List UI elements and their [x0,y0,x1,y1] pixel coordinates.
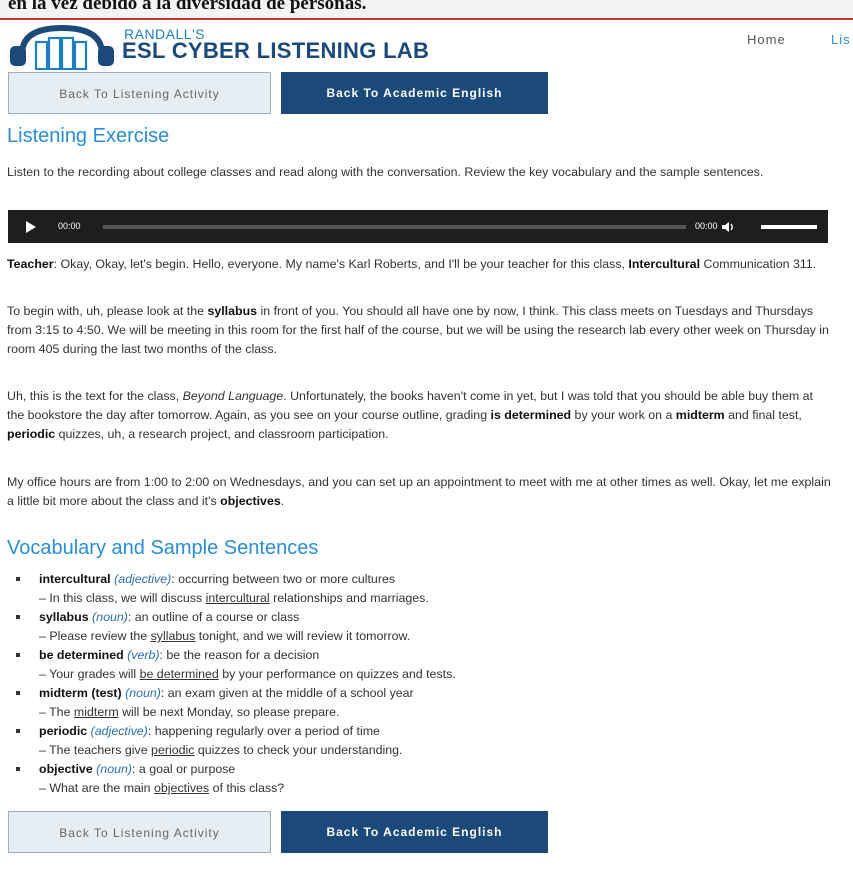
example-text: quizzes to check your understanding. [194,743,403,757]
vocab-definition: : happening regularly over a period of t… [147,724,380,738]
audio-progress-track[interactable] [103,225,686,229]
vocab-example: – What are the main objectives of this c… [39,779,842,798]
example-text: – Your grades will [39,667,140,681]
example-text: – The teachers give [39,743,152,757]
vocab-definition: : an exam given at the middle of a schoo… [160,686,414,700]
vocab-term: objective [39,762,93,776]
top-banner-text: en la vez debido a la diversidad de pers… [8,0,367,14]
book-title: Beyond Language [182,389,284,403]
bullet-icon [16,577,20,581]
volume-slider[interactable] [761,225,817,229]
vocabulary-heading: Vocabulary and Sample Sentences [7,537,319,559]
transcript-text: Uh, this is the text for the class, [7,389,183,403]
keyword-intercultural: Intercultural [628,257,701,271]
vocab-item: objective (noun): a goal or purpose – Wha… [12,760,842,798]
headphones-logo-icon [10,24,114,70]
transcript-paragraph-2: To begin with, uh, please look at the sy… [7,302,832,359]
exercise-intro: Listen to the recording about college cl… [7,165,764,179]
back-to-listening-activity-button-bottom[interactable]: Back To Listening Activity [8,811,271,853]
top-banner: en la vez debido a la diversidad de pers… [0,0,853,20]
current-time: 00:00 [58,221,81,231]
transcript-text: and final test, [724,408,802,422]
transcript-text: by your work on a [571,408,676,422]
transcript-text: . [280,494,285,508]
keyword-is-determined: is determined [490,408,572,422]
listening-exercise-heading: Listening Exercise [7,125,170,147]
speaker-label: Teacher [7,257,54,271]
back-to-academic-english-button[interactable]: Back To Academic English [281,72,548,114]
vocab-example: – Your grades will be determined by your… [39,665,842,684]
transcript-paragraph-4: My office hours are from 1:00 to 2:00 on… [7,473,832,511]
transcript-text: Communication 311. [700,257,817,271]
example-text: – Please review the [39,629,151,643]
vocab-term: syllabus [39,610,89,624]
example-text: – The [39,705,74,719]
example-keyword: be determined [139,667,219,681]
bullet-icon [16,653,20,657]
example-text: – What are the main [39,781,155,795]
keyword-objectives: objectives [220,494,281,508]
vocab-item: intercultural (adjective): occurring bet… [12,570,842,608]
example-text: relationships and marriages. [269,591,429,605]
vocab-definition: : an outline of a course or class [127,610,300,624]
vocab-example: – The midterm will be next Monday, so pl… [39,703,842,722]
back-to-listening-activity-button[interactable]: Back To Listening Activity [8,72,271,114]
example-text: by your performance on quizzes and tests… [218,667,456,681]
example-keyword: syllabus [150,629,196,643]
play-icon[interactable] [26,221,36,233]
site-header: RANDALL'S ESL CYBER LISTENING LAB Home L… [0,20,853,70]
bullet-icon [16,729,20,733]
duration-time: 00:00 [695,221,718,231]
vocab-pos: (noun) [125,686,161,700]
vocab-example: – In this class, we will discuss intercu… [39,589,842,608]
vocab-example: – The teachers give periodic quizzes to … [39,741,842,760]
example-keyword: periodic [151,743,195,757]
vocab-pos: (verb) [127,648,160,662]
vocab-definition: : be the reason for a decision [159,648,320,662]
audio-player: 00:00 00:00 [8,210,828,243]
vocab-pos: (noun) [96,762,132,776]
vocab-example: – Please review the syllabus tonight, an… [39,627,842,646]
nav-listening-link[interactable]: Lis [831,32,851,47]
transcript-text: : Okay, Okay, let's begin. Hello, everyo… [53,257,629,271]
transcript-paragraph-3: Uh, this is the text for the class, Beyo… [7,387,832,444]
keyword-midterm: midterm [675,408,725,422]
bullet-icon [16,767,20,771]
vocab-item: be determined (verb): be the reason for … [12,646,842,684]
vocab-pos: (adjective) [90,724,148,738]
volume-icon[interactable] [721,220,735,234]
vocab-item: syllabus (noun): an outline of a course … [12,608,842,646]
vocab-term: be determined [39,648,124,662]
keyword-syllabus: syllabus [207,304,258,318]
vocab-term: periodic [39,724,88,738]
vocab-item: midterm (test) (noun): an exam given at … [12,684,842,722]
example-keyword: midterm [73,705,119,719]
transcript-paragraph-1: Teacher: Okay, Okay, let's begin. Hello,… [7,255,832,274]
vocabulary-list: intercultural (adjective): occurring bet… [12,570,842,798]
example-keyword: intercultural [205,591,270,605]
vocab-definition: : occurring between two or more cultures [171,572,396,586]
example-text: – In this class, we will discuss [39,591,206,605]
bullet-icon [16,691,20,695]
transcript-text: quizzes, uh, a research project, and cla… [55,427,389,441]
bullet-icon [16,615,20,619]
keyword-periodic: periodic [7,427,56,441]
vocab-term: midterm (test) [39,686,122,700]
transcript-text: To begin with, uh, please look at the [7,304,208,318]
transcript-text: My office hours are from 1:00 to 2:00 on… [7,475,831,508]
example-keyword: objectives [154,781,210,795]
example-text: of this class? [209,781,285,795]
example-text: will be next Monday, so please prepare. [118,705,340,719]
nav-home-link[interactable]: Home [747,32,786,47]
vocab-term: intercultural [39,572,111,586]
vocab-pos: (adjective) [114,572,172,586]
back-to-academic-english-button-bottom[interactable]: Back To Academic English [281,811,548,853]
logo-title[interactable]: ESL CYBER LISTENING LAB [122,38,429,64]
example-text: tonight, and we will review it tomorrow. [195,629,411,643]
vocab-pos: (noun) [92,610,128,624]
vocab-item: periodic (adjective): happening regularl… [12,722,842,760]
vocab-definition: : a goal or purpose [132,762,236,776]
